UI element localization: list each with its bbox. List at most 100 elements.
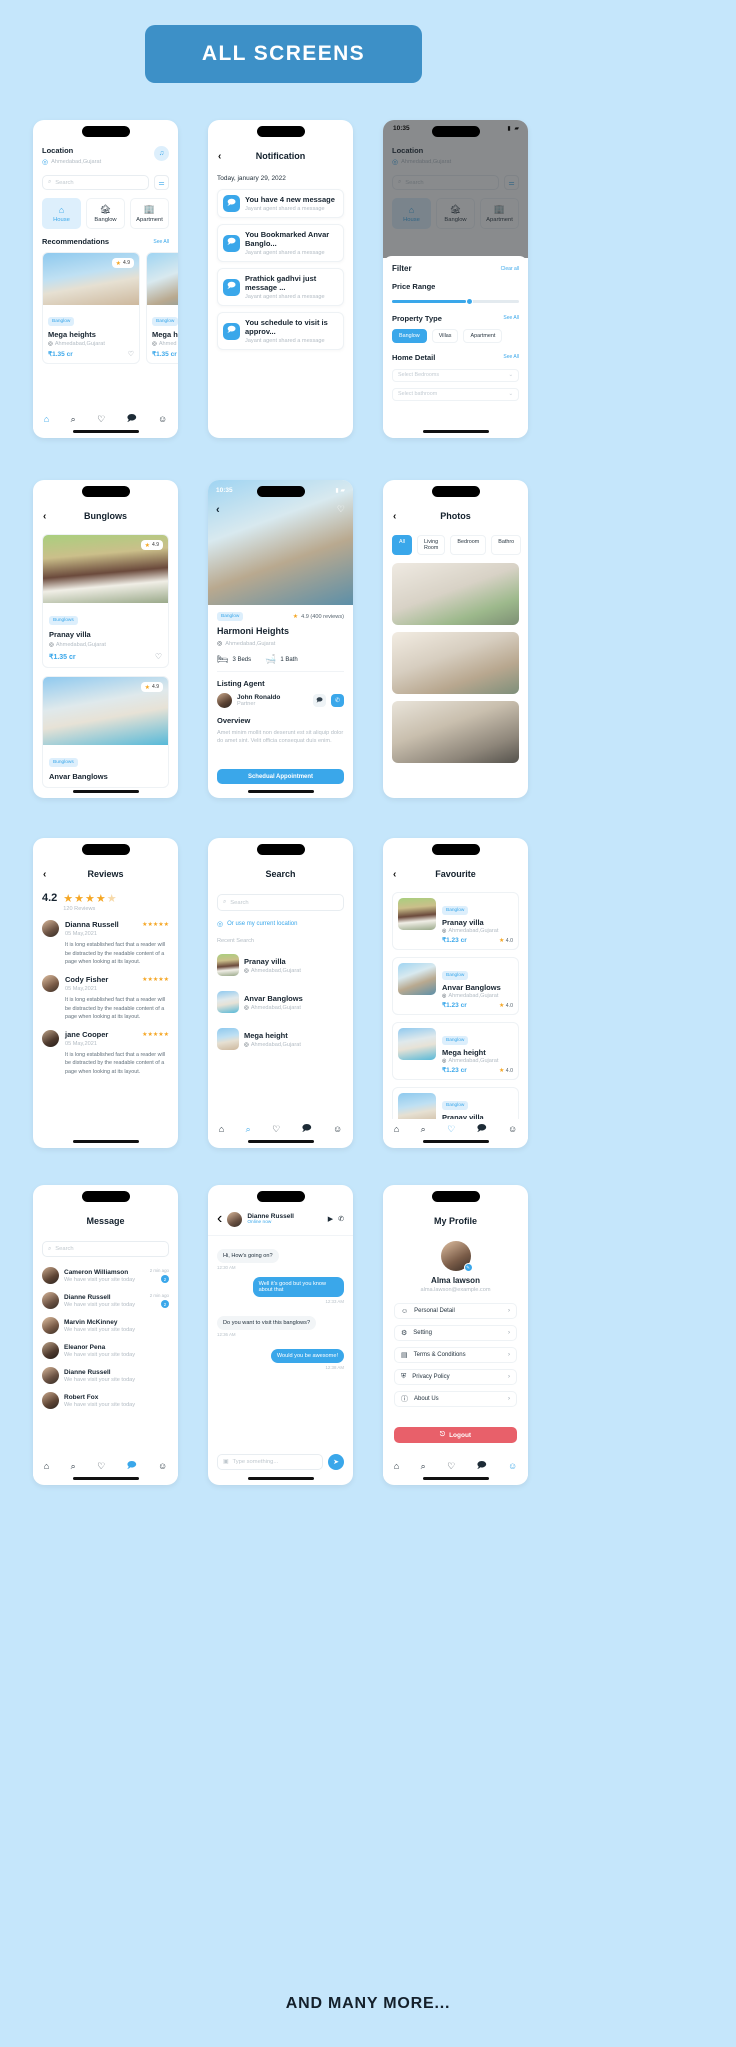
profile-email: alma.lawson@example.com bbox=[420, 1287, 491, 1293]
property-title: Anvar Banglows bbox=[49, 772, 108, 781]
photo-item[interactable] bbox=[392, 632, 519, 694]
filter-button[interactable]: ⚌ bbox=[154, 175, 169, 190]
home-indicator bbox=[72, 430, 139, 433]
photo-tab-living-room[interactable]: Living Room bbox=[417, 535, 446, 555]
message-list-item[interactable]: Cameron Williamson We have visit your si… bbox=[42, 1263, 169, 1288]
nav-search-icon[interactable]: ⌕ bbox=[71, 414, 76, 425]
photo-tab-bedroom[interactable]: Bedroom bbox=[450, 535, 487, 555]
nav-home-icon[interactable]: ⌂ bbox=[44, 414, 49, 424]
see-all-link[interactable]: See All bbox=[503, 315, 519, 321]
photo-tab-all[interactable]: All bbox=[392, 535, 412, 555]
property-card[interactable]: Banglow Mega heigh ◎ Ahmed ₹1.35 cr bbox=[146, 252, 178, 364]
back-arrow-icon[interactable]: ‹ bbox=[216, 504, 220, 516]
property-type-apartment[interactable]: Apartment bbox=[463, 328, 503, 343]
home-indicator bbox=[247, 1140, 314, 1143]
use-current-location-link[interactable]: Or use my current location bbox=[227, 921, 297, 927]
select-bathroom[interactable]: Select bathroom ⌄ bbox=[392, 387, 519, 401]
star-icon: ★ bbox=[115, 260, 122, 267]
menu-item-about[interactable]: ⓘ About Us › bbox=[394, 1391, 517, 1407]
photo-item[interactable] bbox=[392, 701, 519, 763]
category-house[interactable]: ⌂ House bbox=[42, 198, 81, 229]
nav-heart-icon[interactable]: ♡ bbox=[97, 1461, 105, 1472]
nav-search-icon[interactable]: ⌕ bbox=[71, 1461, 76, 1472]
nav-home-icon[interactable]: ⌂ bbox=[394, 1124, 399, 1134]
nav-chat-icon[interactable]: 🗩 bbox=[127, 1458, 137, 1474]
notification-item[interactable]: 🗩 You Bookmarked Anvar Banglo... Jayant … bbox=[217, 224, 344, 262]
nav-heart-icon[interactable]: ♡ bbox=[447, 1461, 455, 1472]
property-card[interactable]: ★ 4.9 Bunglows Anvar Banglows bbox=[42, 676, 169, 788]
menu-item-setting[interactable]: ⚙ Setting › bbox=[394, 1325, 517, 1341]
video-icon[interactable]: ▶ bbox=[328, 1215, 333, 1223]
property-card[interactable]: ★ 4.9 Bunglows Pranay villa ◎ Ahmedabad,… bbox=[42, 534, 169, 668]
logout-button[interactable]: ⎋ Logout bbox=[394, 1427, 517, 1443]
clear-all-link[interactable]: Clear all bbox=[501, 266, 519, 272]
favourite-item[interactable]: Banglow Mega height ◎ Ahmedabad,Gujarat … bbox=[392, 1022, 519, 1080]
category-banglow[interactable]: 🏚 Banglow bbox=[86, 198, 125, 229]
nav-search-icon[interactable]: ⌕ bbox=[246, 1124, 251, 1135]
nav-heart-icon[interactable]: ♡ bbox=[97, 414, 105, 425]
search-input[interactable]: ⌕ Search bbox=[42, 175, 149, 190]
notch bbox=[256, 844, 305, 855]
star-icon: ★ bbox=[144, 542, 151, 549]
nav-home-icon[interactable]: ⌂ bbox=[219, 1124, 224, 1134]
agent-chat-button[interactable]: 🗩 bbox=[313, 694, 326, 707]
nav-profile-icon[interactable]: ☺ bbox=[508, 1461, 517, 1471]
menu-item-terms[interactable]: ▤ Terms & Conditions › bbox=[394, 1347, 517, 1363]
menu-item-personal-detail[interactable]: ☺ Personal Detail › bbox=[394, 1303, 517, 1319]
search-result-item[interactable]: Mega height ◎ Ahmedabad,Gujarat bbox=[217, 1024, 344, 1054]
contact-avatar bbox=[42, 1317, 59, 1334]
notification-item[interactable]: 🗩 Prathick gadhvi just message ... Jayan… bbox=[217, 268, 344, 306]
message-list-item[interactable]: Robert Fox We have visit your site today bbox=[42, 1388, 169, 1413]
property-type-banglow[interactable]: Banglow bbox=[392, 328, 427, 343]
heart-icon[interactable]: ♡ bbox=[337, 504, 345, 515]
schedule-appointment-button[interactable]: Schedual Appointment bbox=[217, 769, 344, 784]
favourite-item[interactable]: Banglow Pranay villa ◎ Ahmedabad,Gujarat… bbox=[392, 892, 519, 950]
property-card[interactable]: ★ 4.9 Banglow Mega heights ◎ Ahmedabad,G… bbox=[42, 252, 140, 364]
nav-profile-icon[interactable]: ☺ bbox=[508, 1124, 517, 1134]
notification-bell-button[interactable]: ♫ bbox=[154, 146, 169, 161]
nav-heart-icon[interactable]: ♡ bbox=[272, 1124, 280, 1135]
search-input[interactable]: ⌕ Search bbox=[42, 1241, 169, 1257]
edit-avatar-button[interactable]: ✎ bbox=[463, 1263, 473, 1272]
message-list-item[interactable]: Dianne Russell We have visit your site t… bbox=[42, 1363, 169, 1388]
notification-item[interactable]: 🗩 You schedule to visit is approv... Jay… bbox=[217, 312, 344, 350]
property-type-villas[interactable]: Villas bbox=[431, 328, 459, 343]
phone-icon[interactable]: ✆ bbox=[338, 1215, 344, 1223]
see-all-link[interactable]: See All bbox=[503, 354, 519, 360]
search-result-item[interactable]: Anvar Banglows ◎ Ahmedabad,Gujarat bbox=[217, 987, 344, 1017]
nav-heart-icon[interactable]: ♡ bbox=[447, 1124, 455, 1135]
chat-input[interactable]: ▣ Type something... bbox=[217, 1454, 323, 1470]
back-arrow-icon[interactable]: ‹ bbox=[217, 1210, 222, 1228]
nav-home-icon[interactable]: ⌂ bbox=[44, 1461, 49, 1471]
search-result-item[interactable]: Pranay villa ◎ Ahmedabad,Gujarat bbox=[217, 950, 344, 980]
photo-item[interactable] bbox=[392, 563, 519, 625]
select-bedrooms[interactable]: Select Bedrooms ⌄ bbox=[392, 368, 519, 382]
search-input[interactable]: ⌕ Search bbox=[217, 894, 344, 911]
nav-chat-icon[interactable]: 🗩 bbox=[127, 411, 137, 427]
photo-tab-bathroom[interactable]: Bathro bbox=[491, 535, 522, 555]
message-list-item[interactable]: Marvin McKinney We have visit your site … bbox=[42, 1313, 169, 1338]
send-button[interactable]: ➤ bbox=[328, 1454, 344, 1470]
favorite-icon[interactable]: ♡ bbox=[155, 652, 162, 661]
nav-search-icon[interactable]: ⌕ bbox=[421, 1124, 426, 1135]
nav-profile-icon[interactable]: ☺ bbox=[158, 1461, 167, 1471]
price-range-slider[interactable] bbox=[392, 297, 519, 305]
message-list-item[interactable]: Dianne Russell We have visit your site t… bbox=[42, 1288, 169, 1313]
agent-call-button[interactable]: ✆ bbox=[331, 694, 344, 707]
nav-chat-icon[interactable]: 🗩 bbox=[477, 1458, 487, 1474]
see-all-link[interactable]: See All bbox=[153, 239, 169, 245]
nav-profile-icon[interactable]: ☺ bbox=[158, 414, 167, 424]
favourite-item[interactable]: Banglow Anvar Banglows ◎ Ahmedabad,Gujar… bbox=[392, 957, 519, 1015]
category-apartment[interactable]: 🏢 Apartment bbox=[130, 198, 169, 229]
menu-item-privacy[interactable]: ⛨ Privacy Policy › bbox=[394, 1369, 517, 1385]
message-list-item[interactable]: Eleanor Pena We have visit your site tod… bbox=[42, 1338, 169, 1363]
notification-item[interactable]: 🗩 You have 4 new message Jayant agent sh… bbox=[217, 189, 344, 218]
nav-chat-icon[interactable]: 🗩 bbox=[302, 1121, 312, 1137]
nav-profile-icon[interactable]: ☺ bbox=[333, 1124, 342, 1134]
favorite-icon[interactable]: ♡ bbox=[128, 350, 134, 358]
nav-chat-icon[interactable]: 🗩 bbox=[477, 1121, 487, 1137]
nav-search-icon[interactable]: ⌕ bbox=[421, 1461, 426, 1472]
image-icon[interactable]: ▣ bbox=[223, 1459, 228, 1465]
nav-home-icon[interactable]: ⌂ bbox=[394, 1461, 399, 1471]
slider-knob[interactable] bbox=[465, 297, 473, 305]
